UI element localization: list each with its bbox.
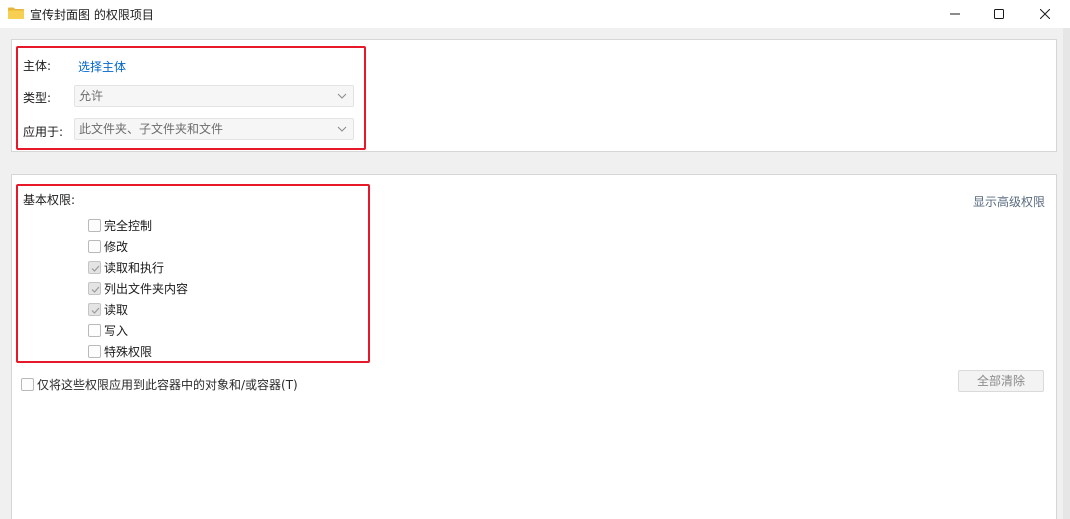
apply-only-option[interactable]: 仅将这些权限应用到此容器中的对象和/或容器(T) xyxy=(21,376,298,393)
maximize-icon xyxy=(994,9,1004,19)
apply-only-label: 仅将这些权限应用到此容器中的对象和/或容器(T) xyxy=(37,378,298,392)
apply-only-checkbox[interactable] xyxy=(21,378,34,391)
minimize-icon xyxy=(950,13,960,15)
show-advanced-permissions-link[interactable]: 显示高级权限 xyxy=(973,193,1045,210)
highlight-box-permissions xyxy=(16,184,370,363)
title-bar: 宣传封面图 的权限项目 xyxy=(0,0,1070,28)
folder-icon xyxy=(8,7,24,19)
highlight-box-principal xyxy=(16,46,366,150)
close-icon xyxy=(1040,9,1050,19)
minimize-button[interactable] xyxy=(932,0,978,28)
window-title: 宣传封面图 的权限项目 xyxy=(30,8,154,22)
maximize-button[interactable] xyxy=(976,0,1022,28)
clear-all-button[interactable]: 全部清除 xyxy=(958,370,1044,392)
window-edge xyxy=(1063,28,1070,519)
close-button[interactable] xyxy=(1022,0,1068,28)
